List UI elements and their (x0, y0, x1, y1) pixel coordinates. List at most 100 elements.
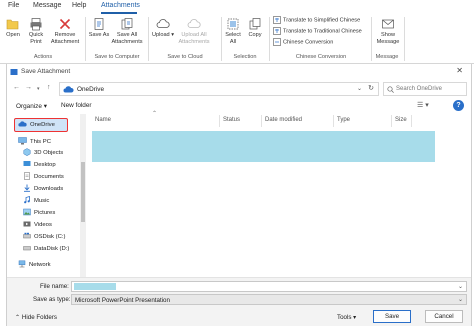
menu-help[interactable]: Help (72, 2, 86, 9)
copy-label: Copy (248, 32, 262, 38)
search-placeholder: Search OneDrive (396, 86, 443, 92)
upload-all-attachments-label: Upload All Attachments (178, 32, 210, 45)
dialog-close-icon[interactable]: ✕ (456, 66, 463, 75)
refresh-icon[interactable]: ↻ (368, 84, 374, 92)
scrollbar-thumb[interactable] (81, 162, 85, 222)
nav-item-videos[interactable]: Videos (23, 220, 52, 230)
menu-message[interactable]: Message (33, 2, 61, 9)
remove-attachment-button[interactable]: Remove Attachment (48, 17, 82, 57)
address-bar[interactable]: OneDrive ⌄ ↻ (59, 82, 379, 96)
nav-item-pictures[interactable]: Pictures (23, 208, 55, 218)
upload-label: Upload (151, 32, 170, 38)
translate-traditional-label: Translate to Traditional Chinese (283, 28, 362, 35)
nav-item-desktop[interactable]: Desktop (23, 160, 56, 170)
nav-item-this-pc[interactable]: This PC (18, 137, 51, 147)
file-list-row-redacted[interactable] (92, 131, 435, 162)
column-separator[interactable] (391, 115, 392, 127)
quick-print-button[interactable]: Quick Print (25, 17, 47, 57)
navigation-pane-scrollbar[interactable] (80, 114, 86, 277)
translate-traditional-button[interactable]: Translate to Traditional Chinese (273, 27, 362, 36)
file-name-input[interactable]: ⌄ (71, 281, 467, 292)
column-separator[interactable] (333, 115, 334, 127)
drive-icon (23, 233, 31, 239)
help-icon[interactable]: ? (453, 100, 464, 111)
chinese-conversion-label: Chinese Conversion (283, 39, 334, 46)
dialog-title: Save Attachment (21, 68, 71, 75)
tools-button[interactable]: Tools ▾ (337, 314, 356, 321)
select-all-icon (227, 18, 239, 30)
translate-simplified-label: Translate to Simplified Chinese (283, 17, 361, 24)
nav-item-downloads[interactable]: Downloads (23, 184, 63, 194)
document-icon (24, 172, 30, 181)
upload-all-attachments-button[interactable]: Upload All Attachments (176, 17, 212, 57)
save-all-icon (121, 18, 133, 30)
menu-file[interactable]: File (8, 2, 19, 9)
save-as-type-dropdown-icon[interactable]: ⌄ (458, 296, 463, 303)
show-message-label: Show Message (376, 32, 400, 45)
nav-label-network: Network (29, 262, 51, 268)
select-all-button[interactable]: Select All (223, 17, 243, 57)
nav-item-osdisk[interactable]: OSDisk (C:) (23, 232, 65, 242)
nav-item-documents[interactable]: Documents (23, 172, 64, 182)
search-icon (387, 86, 394, 93)
tools-dropdown-icon: ▾ (351, 314, 357, 321)
new-folder-button[interactable]: New folder (61, 102, 92, 109)
file-name-dropdown-icon[interactable]: ⌄ (458, 283, 463, 290)
nav-label-datadisk: DataDisk (D:) (34, 246, 70, 252)
nav-item-datadisk[interactable]: DataDisk (D:) (23, 244, 69, 254)
save-all-attachments-button[interactable]: Save All Attachments (110, 17, 144, 57)
computer-icon (18, 137, 27, 145)
nav-item-3d-objects[interactable]: 3D Objects (23, 148, 63, 158)
column-separator[interactable] (261, 115, 262, 127)
nav-item-network[interactable]: Network (18, 260, 51, 270)
column-separator[interactable] (219, 115, 220, 127)
column-header-date-modified[interactable]: Date modified (265, 117, 302, 123)
column-header-type[interactable]: Type (337, 117, 350, 123)
save-attachment-dialog: Save Attachment ✕ ← → ▾ ↑ OneDrive ⌄ ↻ S… (6, 64, 472, 326)
upload-dropdown-icon: ▾ (169, 32, 175, 38)
group-label-actions: Actions (33, 54, 53, 60)
music-note-icon (24, 196, 30, 204)
printer-icon (30, 18, 42, 31)
view-options-icon[interactable]: ☰ ▾ (417, 101, 429, 109)
copy-button[interactable]: Copy (244, 17, 266, 57)
back-arrow-icon[interactable]: ← (13, 84, 20, 91)
nav-item-music[interactable]: Music (23, 196, 49, 206)
show-message-button[interactable]: Show Message (375, 17, 401, 57)
nav-label-desktop: Desktop (34, 162, 56, 168)
nav-label-downloads: Downloads (34, 186, 64, 192)
up-arrow-icon[interactable]: ↑ (47, 84, 51, 91)
group-label-selection: Selection (233, 54, 257, 60)
recent-locations-chevron-icon[interactable]: ▾ (37, 86, 40, 92)
forward-arrow-icon[interactable]: → (25, 84, 32, 91)
organize-button[interactable]: Organize ▾ (16, 102, 47, 110)
drive-icon (23, 246, 31, 251)
save-all-attachments-label: Save All Attachments (111, 32, 143, 45)
save-as-type-select[interactable]: Microsoft PowerPoint Presentation ⌄ (71, 294, 467, 305)
hide-folders-button[interactable]: ⌃ Hide Folders (15, 314, 57, 321)
navigation-pane: OneDrive This PC 3D Objects Desktop Docu… (7, 114, 87, 277)
open-label: Open (6, 32, 20, 38)
group-label-save-to-computer: Save to Computer (94, 54, 140, 60)
menu-attachments[interactable]: Attachments (101, 2, 140, 9)
nav-item-onedrive[interactable]: OneDrive (18, 120, 55, 130)
translate-icon (273, 16, 281, 24)
cloud-upload-icon (156, 19, 170, 28)
cancel-button[interactable]: Cancel (425, 310, 463, 323)
column-header-status[interactable]: Status (223, 117, 240, 123)
file-name-label: File name: (40, 283, 69, 290)
column-header-name[interactable]: Name (95, 117, 111, 123)
network-icon (18, 260, 26, 268)
column-separator[interactable] (411, 115, 412, 127)
upload-button[interactable]: Upload ▾ (150, 17, 176, 57)
translate-simplified-button[interactable]: Translate to Simplified Chinese (273, 16, 360, 25)
open-button[interactable]: Open (3, 17, 23, 57)
chinese-conversion-button[interactable]: Chinese Conversion (273, 38, 333, 47)
column-header-size[interactable]: Size (395, 117, 407, 123)
address-dropdown-icon[interactable]: ⌄ (357, 85, 362, 92)
save-as-button[interactable]: Save As (88, 17, 110, 57)
save-button[interactable]: Save (373, 310, 411, 323)
group-label-chinese-conversion: Chinese Conversion (295, 54, 347, 60)
search-box[interactable]: Search OneDrive (383, 82, 467, 96)
remove-attachment-label: Remove Attachment (50, 32, 80, 45)
